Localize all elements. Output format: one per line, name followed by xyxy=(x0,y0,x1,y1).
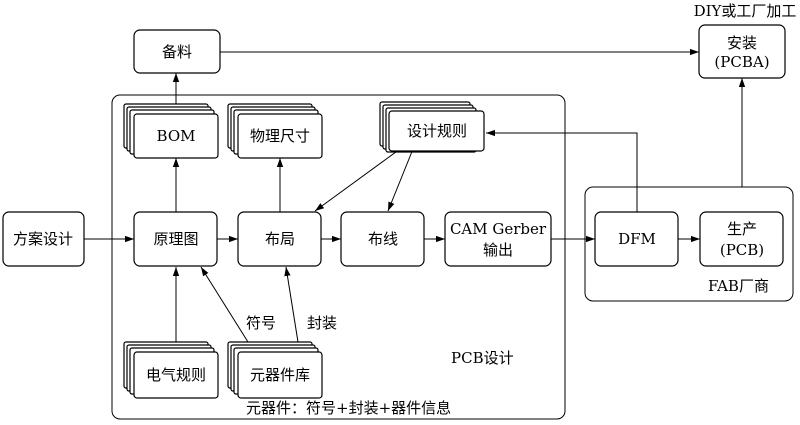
dianqi-guize-stack: 电气规则 xyxy=(123,341,219,399)
dfm-label: DFM xyxy=(618,230,656,248)
shengchan-sublabel: (PCB) xyxy=(720,241,764,259)
fab-vendor-label: FAB厂商 xyxy=(708,277,769,295)
arrow-guize-to-buxian xyxy=(387,148,414,212)
beiliao-label: 备料 xyxy=(162,43,192,61)
cam-gerber-sublabel: 输出 xyxy=(483,241,513,259)
fangan-label: 方案设计 xyxy=(13,230,73,248)
bom-stack: BOM xyxy=(123,103,219,159)
arrow-ku-symbol-to-yuanlitu xyxy=(200,266,249,343)
wuli-label: 物理尺寸 xyxy=(250,127,310,145)
arrow-dfm-to-guize xyxy=(486,129,638,212)
cam-gerber-label: CAM Gerber xyxy=(450,220,547,238)
fengzhuang-label: 封装 xyxy=(307,314,337,332)
diy-factory-label: DIY或工厂加工 xyxy=(694,2,797,20)
dianqi-guize-label: 电气规则 xyxy=(146,366,206,384)
buxian-label: 布线 xyxy=(368,230,398,248)
yuanlitu-label: 原理图 xyxy=(153,230,198,248)
bom-label: BOM xyxy=(157,127,196,145)
arrow-ku-footprint-to-buju xyxy=(284,266,299,343)
wuli-stack: 物理尺寸 xyxy=(227,103,323,159)
component-note: 元器件：符号+封装+器件信息 xyxy=(246,399,451,417)
buju-label: 布局 xyxy=(265,230,295,248)
yuanqijian-ku-label: 元器件库 xyxy=(250,366,310,384)
sheji-guize-label: 设计规则 xyxy=(407,122,467,140)
pcb-flow-diagram: 备料 安装 (PCBA) DIY或工厂加工 BOM 物理尺寸 设计规则 方案设计… xyxy=(2,2,797,420)
pcb-design-label: PCB设计 xyxy=(451,349,514,367)
shengchan-label: 生产 xyxy=(727,220,757,238)
fuhao-label: 符号 xyxy=(246,314,276,332)
anzhuang-label: 安装 xyxy=(727,34,757,52)
sheji-guize-stack: 设计规则 xyxy=(379,101,485,153)
yuanqijian-ku-stack: 元器件库 xyxy=(227,341,323,399)
anzhuang-sublabel: (PCBA) xyxy=(714,53,769,71)
arrow-guize-to-buju xyxy=(314,148,401,212)
